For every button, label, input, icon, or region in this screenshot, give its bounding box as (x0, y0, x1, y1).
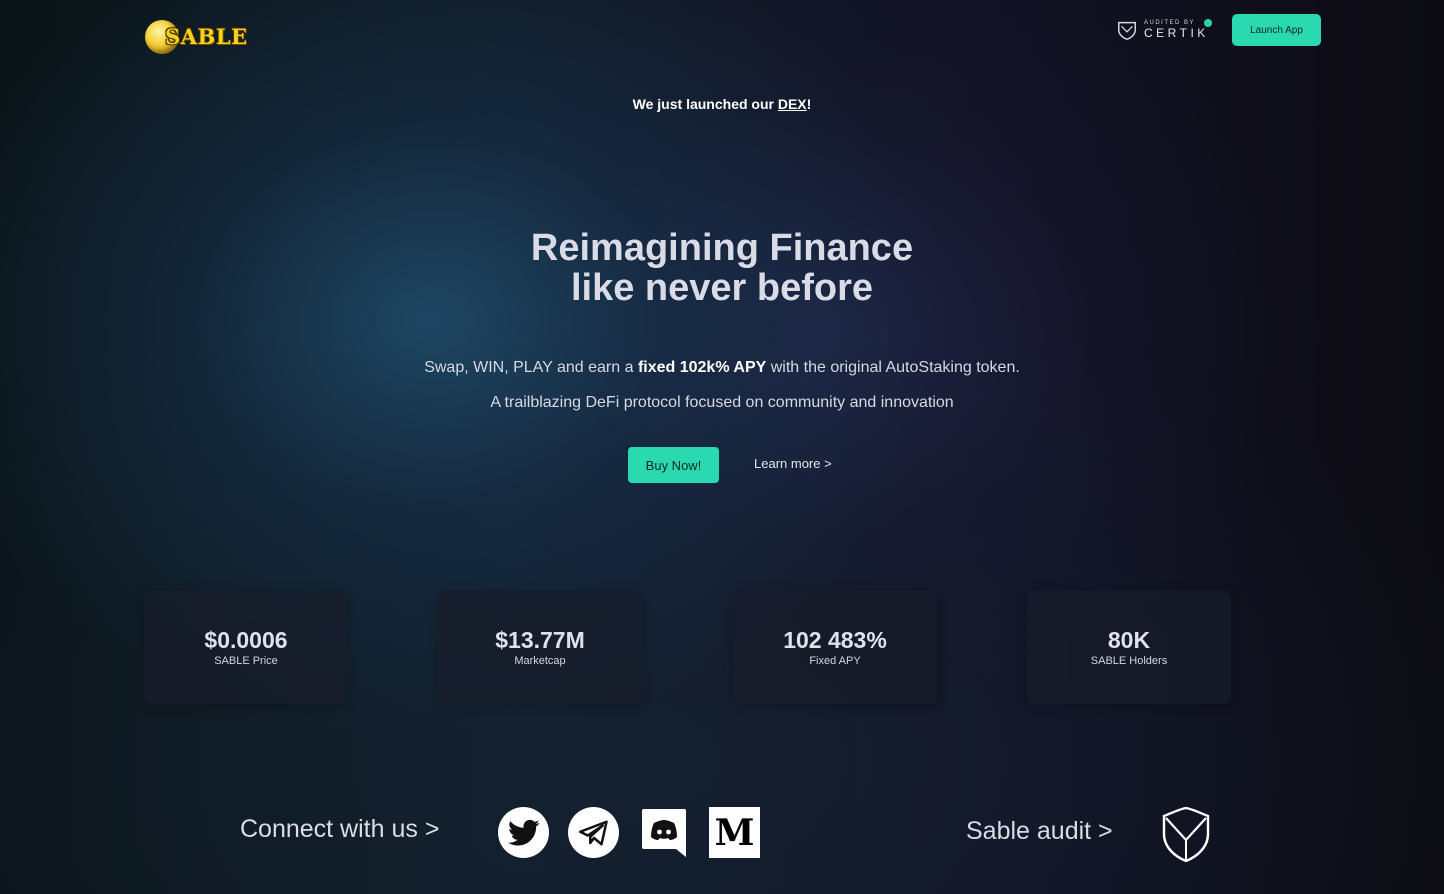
certik-badge[interactable]: AUDITED BY CERTIK (1116, 18, 1212, 42)
logo-text: SABLE (165, 24, 248, 49)
certik-name: CERTIK (1144, 26, 1209, 40)
launch-app-button[interactable]: Launch App (1232, 14, 1321, 46)
medium-icon[interactable]: M (709, 807, 760, 858)
announcement-suffix: ! (806, 96, 812, 112)
verified-check-icon (1204, 19, 1212, 27)
sable-audit-link[interactable]: Sable audit > (966, 817, 1113, 846)
telegram-icon[interactable] (568, 807, 619, 858)
hero-sub1-suffix: with the original AutoStaking token. (766, 359, 1020, 376)
stat-label: SABLE Holders (1090, 655, 1168, 667)
stat-card-price: $0.0006 SABLE Price (144, 590, 348, 704)
learn-more-link[interactable]: Learn more > (754, 456, 832, 471)
hero-sub1-prefix: Swap, WIN, PLAY and earn a (424, 359, 638, 376)
twitter-icon[interactable] (498, 807, 549, 858)
announcement-prefix: We just launched our (632, 96, 778, 112)
hero-title-line2: like never before (570, 267, 874, 309)
hero-title-line1: Reimagining Finance (530, 227, 914, 269)
audit-shield-icon[interactable] (1160, 806, 1212, 862)
hero-subtitle-1: Swap, WIN, PLAY and earn a fixed 102k% A… (0, 359, 1444, 377)
stat-value: $0.0006 (204, 627, 288, 653)
certik-shield-icon (1118, 21, 1136, 40)
stat-label: Fixed APY (809, 655, 861, 667)
hero-subtitle-2: A trailblazing DeFi protocol focused on … (490, 394, 954, 411)
stat-value: 102 483% (783, 627, 887, 653)
dex-link[interactable]: DEX (778, 96, 807, 112)
stat-card-marketcap: $13.77M Marketcap (438, 590, 642, 704)
stat-value: $13.77M (495, 627, 585, 653)
stat-card-apy: 102 483% Fixed APY (733, 590, 937, 704)
sable-logo[interactable]: SABLE (145, 18, 247, 56)
stat-label: Marketcap (514, 655, 566, 667)
stat-card-holders: 80K SABLE Holders (1027, 590, 1231, 704)
announcement-banner: We just launched our DEX! (0, 96, 1444, 112)
buy-now-button[interactable]: Buy Now! (628, 447, 719, 483)
hero-title: Reimagining Finance like never before (0, 228, 1444, 308)
connect-with-us-link[interactable]: Connect with us > (240, 815, 439, 844)
hero-sub1-bold: fixed 102k% APY (637, 359, 767, 376)
stat-label: SABLE Price (214, 655, 278, 667)
stat-value: 80K (1107, 627, 1151, 653)
discord-icon[interactable] (640, 807, 691, 858)
